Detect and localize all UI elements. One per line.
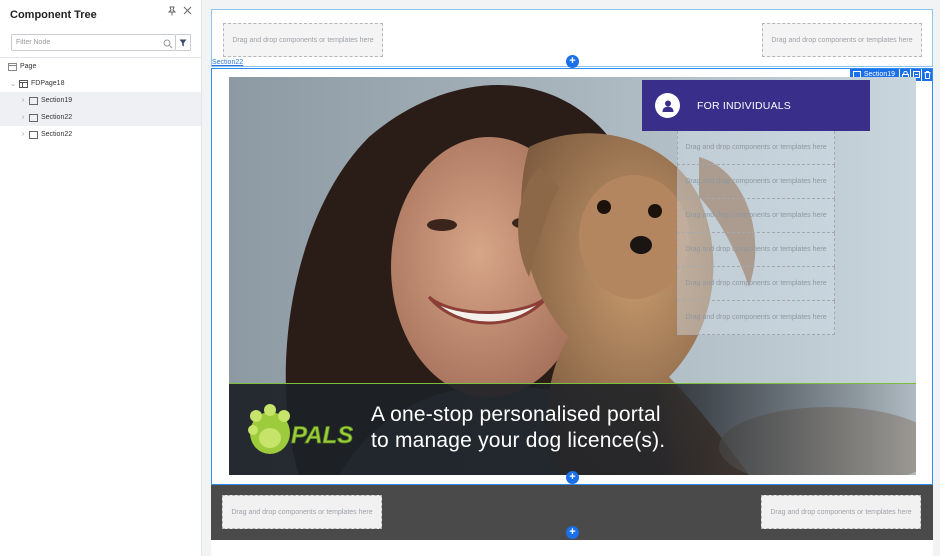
hero-dropzone-stack: Drag and drop components or templates he… — [677, 131, 835, 335]
section-icon — [29, 113, 38, 122]
dropzone[interactable]: Drag and drop components or templates he… — [223, 23, 383, 57]
logo-text: PALS — [291, 422, 353, 449]
dropzone[interactable]: Drag and drop components or templates he… — [677, 267, 835, 301]
dropzone[interactable]: Drag and drop components or templates he… — [761, 495, 921, 529]
section-hero[interactable]: Section19 FOR INDIVIDUALS Drag and drop … — [211, 68, 933, 485]
dropzone[interactable]: Drag and drop components or templates he… — [677, 301, 835, 335]
tree-item-label: Section19 — [41, 97, 73, 104]
chevron-down-icon[interactable]: ⌄ — [9, 80, 17, 88]
dropzone[interactable]: Drag and drop components or templates he… — [677, 199, 835, 233]
delete-icon[interactable] — [922, 68, 932, 81]
chevron-right-icon[interactable]: › — [19, 97, 27, 104]
hero-caption-band: PALS A one-stop personalised portal to m… — [229, 383, 916, 475]
page-icon — [8, 62, 17, 71]
dropzone[interactable]: Drag and drop components or templates he… — [677, 233, 835, 267]
user-icon — [655, 93, 680, 118]
tree-item-fdpage18[interactable]: ⌄ FDPage18 — [0, 75, 201, 92]
tree-item-section22[interactable]: › Section22 — [0, 109, 201, 126]
component-tree-panel: Component Tree Page ⌄ FDPage — [0, 0, 202, 556]
chevron-right-icon[interactable]: › — [19, 131, 27, 138]
section-icon — [29, 96, 38, 105]
editor-canvas: Drag and drop components or templates he… — [211, 9, 933, 556]
for-individuals-button[interactable]: FOR INDIVIDUALS — [642, 80, 870, 131]
pals-logo: PALS — [248, 404, 353, 454]
tree-item-section22-b[interactable]: › Section22 — [0, 126, 201, 143]
close-icon[interactable] — [183, 6, 192, 19]
section-icon — [29, 130, 38, 139]
filter-button[interactable] — [176, 34, 191, 51]
component-tree: Page ⌄ FDPage18 › Section19 › Section22 … — [0, 58, 201, 143]
filter-icon — [179, 39, 187, 46]
tree-item-label: FDPage18 — [31, 80, 65, 87]
filter-bar — [11, 34, 191, 51]
tagline-line-2: to manage your dog licence(s). — [371, 429, 666, 452]
pin-icon[interactable] — [167, 6, 177, 19]
filter-node-input[interactable] — [11, 34, 176, 51]
hero-tagline: A one-stop personalised portal to manage… — [371, 402, 665, 454]
dropzone[interactable]: Drag and drop components or templates he… — [677, 131, 835, 165]
dropzone[interactable]: Drag and drop components or templates he… — [762, 23, 922, 57]
form-page-icon — [19, 79, 28, 88]
add-section-button[interactable]: + — [566, 471, 579, 484]
tree-item-label: Section22 — [41, 131, 73, 138]
add-section-button[interactable]: + — [566, 55, 579, 68]
tree-item-label: Section22 — [41, 114, 73, 121]
panel-toolbar — [167, 6, 192, 19]
section-label[interactable]: Section22 — [212, 59, 243, 66]
tree-item-page[interactable]: Page — [0, 58, 201, 75]
hero-banner: FOR INDIVIDUALS Drag and drop components… — [229, 77, 916, 475]
dropzone[interactable]: Drag and drop components or templates he… — [222, 495, 382, 529]
tree-item-section19[interactable]: › Section19 — [0, 92, 201, 109]
dropzone[interactable]: Drag and drop components or templates he… — [677, 165, 835, 199]
tree-item-label: Page — [20, 63, 37, 70]
add-section-button[interactable]: + — [566, 526, 579, 539]
cta-label: FOR INDIVIDUALS — [697, 99, 792, 112]
search-icon — [163, 36, 175, 49]
panel-title: Component Tree — [10, 9, 97, 21]
tagline-line-1: A one-stop personalised portal — [371, 403, 661, 426]
chevron-right-icon[interactable]: › — [19, 114, 27, 121]
